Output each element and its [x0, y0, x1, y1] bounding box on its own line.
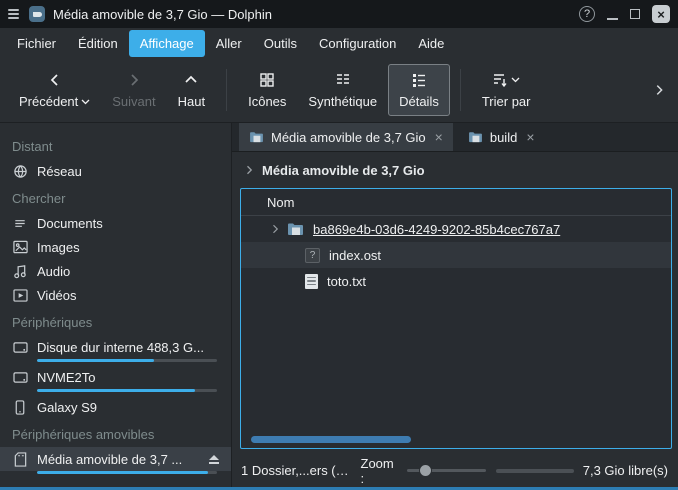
icons-view-button[interactable]: Icônes — [237, 64, 297, 116]
file-name[interactable]: index.ost — [329, 248, 381, 263]
breadcrumb-location[interactable]: Média amovible de 3,7 Gio — [262, 163, 425, 178]
tab-close-icon[interactable]: × — [526, 129, 534, 145]
forward-button[interactable]: Suivant — [101, 64, 166, 116]
horizontal-scrollbar[interactable] — [251, 436, 411, 443]
titlebar-icons — [6, 6, 45, 22]
document-icon — [12, 215, 28, 231]
free-space-label: 7,3 Gio libre(s) — [583, 463, 668, 478]
dolphin-app-icon — [29, 6, 45, 22]
section-peripheriques-amovibles: Périphériques amovibles — [0, 419, 231, 447]
statusbar: 1 Dossier,...ers (99 o) Zoom : 7,3 Gio l… — [232, 454, 678, 487]
sidebar-item-galaxy-s9[interactable]: Galaxy S9 — [0, 395, 231, 419]
window-controls: ? × — [579, 5, 672, 23]
toolbar: Précédent Suivant Haut Icônes — [0, 58, 678, 123]
sidebar-item-reseau[interactable]: Réseau — [0, 159, 231, 183]
file-row-folder[interactable]: ba869e4b-03d6-4249-9202-85b4cec767a7 — [241, 216, 671, 242]
tab-media-amovible[interactable]: Média amovible de 3,7 Gio × — [239, 123, 453, 151]
menu-configuration[interactable]: Configuration — [308, 30, 407, 57]
back-button[interactable]: Précédent — [8, 64, 101, 116]
sort-icon — [492, 72, 508, 88]
minimize-button[interactable] — [607, 9, 618, 20]
places-panel: Distant Réseau Chercher Documents — [0, 123, 232, 487]
toolbar-overflow-button[interactable] — [652, 83, 670, 97]
maximize-button[interactable] — [630, 9, 640, 19]
toolbar-separator — [460, 69, 461, 111]
folder-icon — [468, 131, 483, 143]
menu-affichage[interactable]: Affichage — [129, 30, 205, 57]
icons-view-icon — [259, 71, 275, 89]
chevron-right-icon — [243, 164, 255, 176]
dolphin-window: Média amovible de 3,7 Gio — Dolphin ? × … — [0, 0, 678, 487]
compact-view-icon — [335, 71, 351, 89]
tab-build[interactable]: build × — [458, 123, 545, 151]
window-title: Média amovible de 3,7 Gio — Dolphin — [53, 7, 272, 22]
tabbar: Média amovible de 3,7 Gio × build × — [232, 123, 678, 152]
file-row-toto-txt[interactable]: toto.txt — [241, 268, 671, 294]
section-chercher: Chercher — [0, 183, 231, 211]
menu-edition[interactable]: Édition — [67, 30, 129, 57]
chevron-right-icon — [126, 71, 142, 89]
disk-usage-bar — [37, 359, 217, 362]
video-icon — [12, 287, 28, 303]
chevron-left-icon — [47, 71, 63, 89]
file-name[interactable]: toto.txt — [327, 274, 366, 289]
sidebar-item-nvme2to[interactable]: NVME2To — [0, 365, 231, 389]
menu-aide[interactable]: Aide — [407, 30, 455, 57]
chevron-down-icon — [81, 99, 90, 105]
file-row-index-ost[interactable]: ? index.ost — [241, 242, 671, 268]
sidebar-item-media-amovible[interactable]: Média amovible de 3,7 ... — [0, 447, 231, 471]
network-icon — [12, 163, 28, 179]
sidebar-item-documents[interactable]: Documents — [0, 211, 231, 235]
expander-chevron-icon[interactable] — [269, 223, 281, 235]
folder-icon — [287, 222, 304, 236]
close-button[interactable]: × — [652, 5, 670, 23]
chevron-right-icon — [652, 83, 666, 97]
zoom-control: Zoom : — [361, 456, 486, 486]
zoom-label: Zoom : — [361, 456, 399, 486]
details-view-icon — [411, 71, 427, 89]
disk-usage-bar — [37, 389, 217, 392]
folder-icon — [249, 131, 264, 143]
menubar: Fichier Édition Affichage Aller Outils C… — [0, 28, 678, 58]
audio-icon — [12, 263, 28, 279]
details-view-button[interactable]: Détails — [388, 64, 450, 116]
eject-icon[interactable] — [209, 455, 221, 464]
chevron-up-icon — [183, 71, 199, 89]
chevron-down-icon — [511, 77, 520, 83]
zoom-slider[interactable] — [407, 469, 486, 472]
section-peripheriques: Périphériques — [0, 307, 231, 335]
sidebar-item-audio[interactable]: Audio — [0, 259, 231, 283]
unknown-file-icon: ? — [305, 248, 320, 263]
harddrive-icon — [12, 369, 28, 385]
sidebar-item-disque-interne[interactable]: Disque dur interne 488,3 G... — [0, 335, 231, 359]
sort-by-button[interactable]: Trier par — [471, 64, 542, 116]
file-name[interactable]: ba869e4b-03d6-4249-9202-85b4cec767a7 — [313, 222, 560, 237]
image-icon — [12, 239, 28, 255]
zoom-slider-knob[interactable] — [419, 464, 432, 477]
menu-aller[interactable]: Aller — [205, 30, 253, 57]
compact-view-button[interactable]: Synthétique — [297, 64, 388, 116]
harddrive-icon — [12, 339, 28, 355]
breadcrumb[interactable]: Média amovible de 3,7 Gio — [232, 152, 678, 188]
free-space-group: 7,3 Gio libre(s) — [496, 463, 668, 478]
help-button[interactable]: ? — [579, 6, 595, 22]
section-distant: Distant — [0, 131, 231, 159]
menu-outils[interactable]: Outils — [253, 30, 308, 57]
file-view[interactable]: Nom ba869e4b-03d6-4249-9202-85b4cec767a7… — [240, 188, 672, 449]
capacity-bar — [496, 469, 574, 473]
titlebar[interactable]: Média amovible de 3,7 Gio — Dolphin ? × — [0, 0, 678, 28]
removable-media-icon — [12, 451, 28, 467]
sidebar-item-videos[interactable]: Vidéos — [0, 283, 231, 307]
status-summary: 1 Dossier,...ers (99 o) — [241, 463, 351, 478]
column-header-nom[interactable]: Nom — [241, 189, 671, 216]
smartphone-icon — [12, 399, 28, 415]
disk-usage-bar — [37, 471, 217, 474]
toolbar-separator — [226, 69, 227, 111]
app-menu-icon[interactable] — [6, 7, 21, 21]
menu-fichier[interactable]: Fichier — [6, 30, 67, 57]
up-button[interactable]: Haut — [167, 64, 216, 116]
sidebar-item-images[interactable]: Images — [0, 235, 231, 259]
tab-close-icon[interactable]: × — [435, 129, 443, 145]
text-file-icon — [305, 274, 318, 289]
